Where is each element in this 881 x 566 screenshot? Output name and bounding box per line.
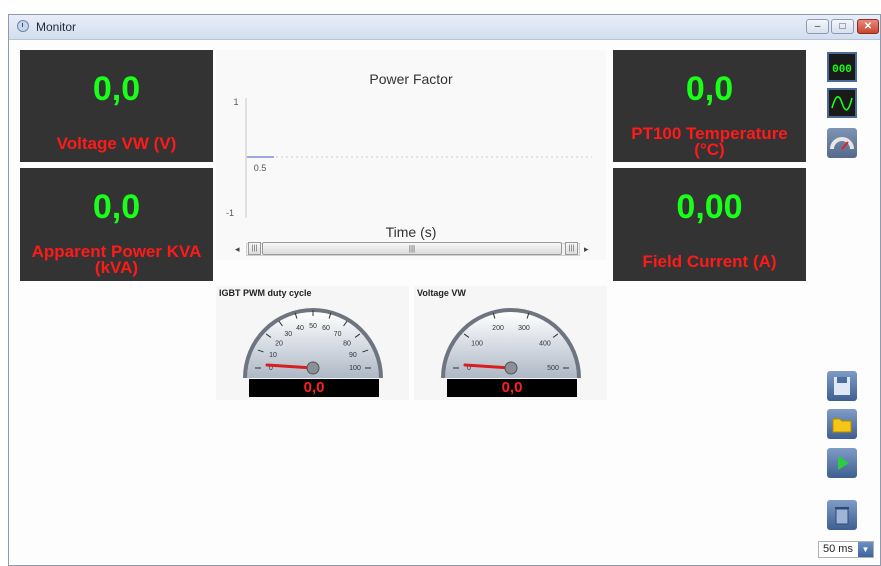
chart-x-label: Time (s) [385,224,437,240]
chevron-down-icon[interactable]: ▼ [858,542,873,557]
digital-display-icon[interactable]: 000 [827,52,857,82]
play-icon[interactable] [827,448,857,478]
gauge-tick-label: 40 [296,325,304,332]
svg-text:000: 000 [832,64,852,76]
save-icon[interactable] [827,371,857,401]
power-factor-chart: Power Factor 1 0.5 -1 Time (s) ◂ ||| ||| |… [216,50,606,260]
gauge-tick-label: 10 [269,352,277,359]
field-current-panel: 0,00 Field Current (A) [613,168,806,281]
maximize-button[interactable]: □ [831,19,854,34]
monitor-app-icon [17,20,29,32]
scroll-grip-right[interactable]: ||| [565,242,578,255]
y-tick-label: 1 [233,97,238,107]
temperature-panel: 0,0 PT100 Temperature (°C) [613,50,806,162]
apparent-power-panel: 0,0 Apparent Power KVA (kVA) [20,168,213,281]
scroll-thumb[interactable]: ||| [262,242,562,255]
voltage-value: 0,0 [92,70,141,108]
gauge-icon[interactable] [827,128,857,158]
gauge-tick-label: 70 [334,331,342,338]
trash-icon[interactable] [827,500,857,530]
apparent-power-label: Apparent Power KVA (kVA) [31,242,202,277]
scroll-grip-left[interactable]: ||| [248,242,261,255]
gauge-tick-label: 500 [547,365,559,372]
voltage-vw-gauge: Voltage VW 0 100 200 300 400 500 0,0 [414,286,607,400]
gauge-hub [504,361,518,375]
gauge-tick-label: 20 [275,340,283,347]
voltage-panel: 0,0 Voltage VW (V) [20,50,213,162]
gauge-tick-label: 80 [343,340,351,347]
scroll-left-icon[interactable]: ◂ [235,244,240,255]
apparent-power-value: 0,0 [92,188,141,226]
title-bar: Monitor – □ ✕ [9,15,880,40]
gauge-tick-label: 50 [309,323,317,330]
folder-icon[interactable] [827,409,857,439]
gauge-tick-label: 90 [349,352,357,359]
gauge-tick-label: 60 [322,325,330,332]
field-current-label: Field Current (A) [642,252,777,271]
gauge-tick-label: 400 [539,340,551,347]
field-current-value: 0,00 [676,188,743,226]
gauge-tick-label: 30 [284,331,292,338]
temperature-label: PT100 Temperature (°C) [631,124,788,159]
interval-value: 50 ms [823,543,853,555]
gauge-tick-label: 100 [349,365,361,372]
pwm-duty-gauge: IGBT PWM duty cycle 0 10 20 30 40 50 60 70 80 90 1… [216,286,409,400]
temperature-value: 0,0 [685,70,734,108]
gauge-hub [306,361,320,375]
chart-scrollbar[interactable]: ◂ ||| ||| ||| ▸ [232,241,592,258]
minimize-button[interactable]: – [806,19,829,34]
y-tick-label: -1 [226,208,234,218]
window-title: Monitor [36,20,77,34]
pwm-gauge-readout: 0,0 [249,379,379,397]
gauge-tick-label: 100 [471,340,483,347]
voltage-label: Voltage VW (V) [56,134,177,153]
voltage-gauge-readout: 0,0 [447,379,577,397]
gauge-tick-label: 300 [518,325,530,332]
close-button[interactable]: ✕ [857,19,879,34]
oscilloscope-icon[interactable] [827,88,857,118]
scroll-right-icon[interactable]: ▸ [584,244,589,255]
y-tick-label: 0.5 [254,163,267,173]
gauge-tick-label: 200 [492,325,504,332]
interval-select[interactable]: 50 ms ▼ [818,541,874,558]
